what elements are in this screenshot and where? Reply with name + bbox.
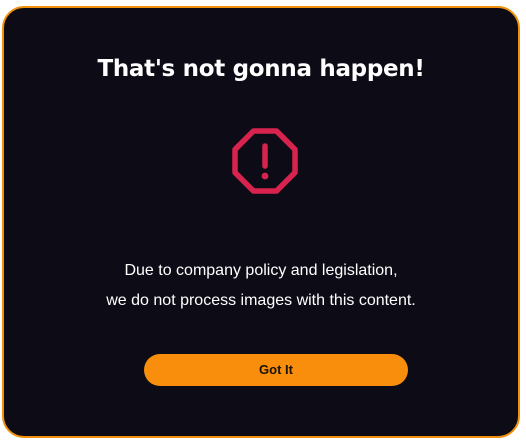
dialog-title: That's not gonna happen! [97,56,425,82]
message-line: Due to company policy and legislation, [124,262,398,279]
got-it-button[interactable]: Got It [144,354,408,386]
content-blocked-dialog: That's not gonna happen! Due to company … [2,6,520,438]
dialog-message: Due to company policy and legislation, w… [4,256,518,316]
message-line: we do not process images with this conte… [106,292,416,309]
octagon-exclamation-icon [229,125,301,197]
